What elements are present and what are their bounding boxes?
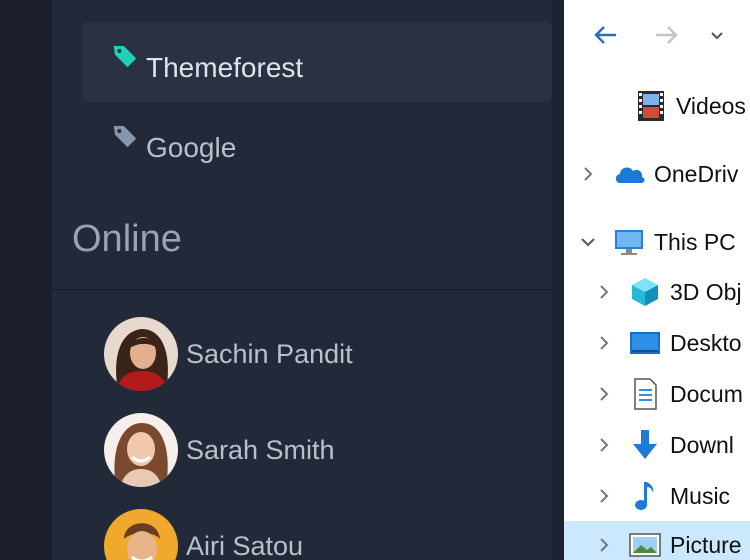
tag-icon: [113, 126, 137, 148]
chat-sidebar: Themeforest Google Online Sachin Pandit: [52, 0, 552, 560]
chevron-right-icon[interactable]: [594, 435, 614, 455]
user-name: Sarah Smith: [186, 434, 335, 465]
online-section-title: Online: [72, 218, 182, 260]
tree-item-videos[interactable]: Videos: [564, 82, 750, 130]
forward-arrow-icon: [656, 26, 678, 44]
panel-separator: [552, 0, 564, 560]
chevron-right-icon[interactable]: [578, 164, 598, 184]
tree-item-downloads[interactable]: Downl: [564, 421, 750, 469]
avatar: [104, 413, 178, 487]
chevron-right-icon[interactable]: [594, 282, 614, 302]
user-item-sachin-pandit[interactable]: Sachin Pandit: [104, 316, 353, 392]
tree-item-onedrive[interactable]: OneDriv: [564, 150, 750, 198]
tree-item-3d-objects[interactable]: 3D Obj: [564, 268, 750, 316]
tree-item-music[interactable]: Music: [564, 472, 750, 520]
chevron-right-icon[interactable]: [594, 535, 614, 555]
chevron-right-icon[interactable]: [594, 333, 614, 353]
tag-label: Google: [146, 132, 237, 163]
user-name: Airi Satou: [186, 530, 304, 560]
tree-item-label: Docum: [670, 380, 743, 407]
picture-icon: [629, 533, 661, 557]
chevron-down-icon[interactable]: [578, 232, 598, 252]
user-item-airi-satou[interactable]: Airi Satou: [104, 508, 303, 560]
up-button[interactable]: [744, 20, 750, 50]
back-button[interactable]: [590, 20, 620, 50]
tree-item-label: OneDriv: [654, 160, 739, 187]
cube-icon: [632, 278, 658, 306]
tag-item-google[interactable]: Google: [82, 102, 552, 182]
chevron-right-icon[interactable]: [594, 384, 614, 404]
tree-item-label: Videos: [676, 92, 746, 119]
left-rail: [0, 0, 52, 560]
back-arrow-icon: [594, 26, 616, 44]
music-note-icon: [635, 482, 654, 510]
tree-item-label: 3D Obj: [670, 278, 742, 305]
section-divider: [52, 289, 552, 290]
tree-item-label: This PC: [654, 228, 736, 255]
tree-item-this-pc[interactable]: This PC: [564, 218, 750, 266]
chevron-right-icon[interactable]: [594, 486, 614, 506]
chevron-down-icon: [711, 32, 723, 40]
tree-item-pictures[interactable]: Picture: [564, 521, 750, 560]
avatar: [104, 509, 178, 560]
forward-button[interactable]: [652, 20, 682, 50]
user-item-sarah-smith[interactable]: Sarah Smith: [104, 412, 335, 488]
desktop-icon: [630, 332, 660, 354]
tag-label: Themeforest: [146, 52, 304, 83]
document-icon: [634, 378, 657, 410]
avatar: [104, 317, 178, 391]
up-arrow-icon: [744, 20, 750, 50]
tag-item-themeforest[interactable]: Themeforest: [82, 22, 552, 102]
tree-item-desktop[interactable]: Deskto: [564, 319, 750, 367]
cloud-icon: [615, 167, 645, 183]
tree-item-label: Music: [670, 482, 731, 509]
tree-item-documents[interactable]: Docum: [564, 370, 750, 418]
user-name: Sachin Pandit: [186, 338, 353, 369]
recent-locations-button[interactable]: [710, 20, 724, 50]
film-icon: [638, 91, 664, 121]
monitor-icon: [615, 230, 643, 255]
tag-icon: [113, 46, 137, 68]
tree-item-label: Picture: [670, 531, 742, 558]
file-explorer-window: Videos OneDriv This PC 3D Obj Deskto Doc…: [564, 0, 750, 560]
download-icon: [633, 430, 657, 459]
tree-item-label: Downl: [670, 431, 734, 458]
tree-item-label: Deskto: [670, 329, 742, 356]
